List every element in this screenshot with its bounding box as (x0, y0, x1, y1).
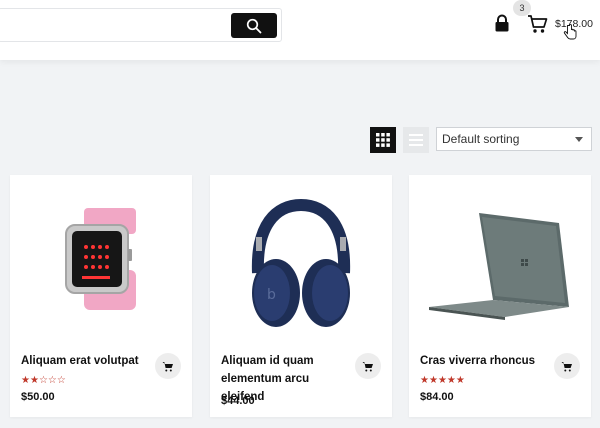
list-view-button[interactable] (403, 127, 429, 153)
search-input[interactable] (0, 9, 229, 41)
svg-text:b: b (267, 287, 276, 303)
add-to-cart-button[interactable] (355, 353, 381, 379)
list-view-icon (409, 134, 423, 146)
hand-cursor-icon (563, 24, 577, 40)
search-box (0, 8, 282, 42)
product-image-headphones[interactable]: b (210, 175, 392, 345)
cart-icon (162, 361, 173, 371)
cart-icon (561, 361, 572, 371)
star-rating: ★★★★★ (420, 375, 465, 386)
product-price: $50.00 (21, 391, 55, 403)
star-filled-icon: ★ (437, 375, 447, 386)
site-header: 3 $178.00 (0, 0, 600, 60)
add-to-cart-button[interactable] (155, 353, 181, 379)
star-filled-icon: ★ (21, 375, 30, 386)
product-card[interactable]: Cras viverra rhoncus ★★★★★ $84.00 (409, 175, 591, 417)
product-price: $84.00 (420, 391, 454, 403)
star-empty-icon: ☆ (47, 375, 57, 386)
grid-view-button[interactable] (370, 127, 396, 153)
star-empty-icon: ☆ (56, 375, 66, 386)
product-image-watch[interactable] (10, 175, 192, 345)
cart-icon (362, 361, 373, 371)
star-filled-icon: ★ (420, 375, 429, 386)
lock-icon[interactable] (494, 14, 510, 32)
sort-select[interactable]: Default sorting (436, 127, 592, 151)
star-empty-icon: ☆ (38, 375, 48, 386)
star-filled-icon: ★ (446, 375, 456, 386)
product-title[interactable]: Cras viverra rhoncus (420, 352, 540, 370)
star-filled-icon: ★ (29, 375, 39, 386)
grid-view-icon (376, 133, 390, 147)
product-card[interactable]: b Aliquam id quam elementum arcu eleifen… (210, 175, 392, 417)
cart-icon[interactable] (527, 14, 549, 34)
chevron-down-icon (575, 137, 583, 142)
star-filled-icon: ★ (428, 375, 438, 386)
product-price: $44.00 (221, 395, 255, 407)
product-title[interactable]: Aliquam erat volutpat (21, 352, 141, 370)
add-to-cart-button[interactable] (554, 353, 580, 379)
search-icon (246, 18, 262, 33)
sort-selected-label: Default sorting (442, 132, 520, 146)
product-card[interactable]: Aliquam erat volutpat ★★☆☆☆ $50.00 (10, 175, 192, 417)
star-rating: ★★☆☆☆ (21, 375, 66, 386)
star-filled-icon: ★ (455, 375, 465, 386)
search-button[interactable] (231, 13, 277, 38)
product-image-laptop[interactable] (409, 175, 591, 345)
